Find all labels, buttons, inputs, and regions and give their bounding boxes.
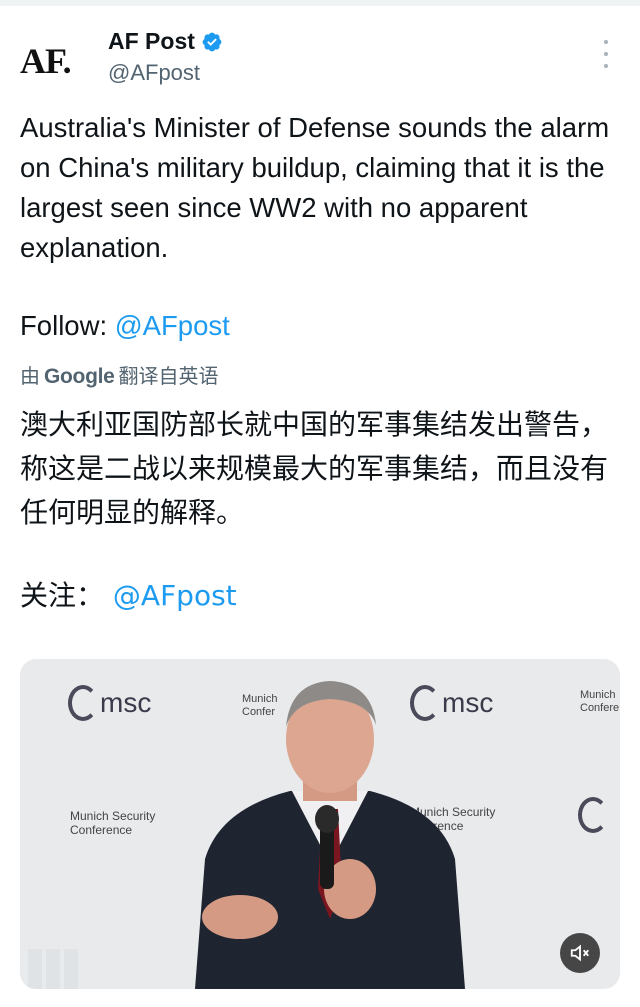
display-name[interactable]: AF Post [108,28,195,55]
follow-mention-link[interactable]: @AFpost [115,310,230,341]
google-logo: Google [44,365,115,388]
author-name-row[interactable]: AF Post [108,28,223,55]
translation-suffix: 翻译自英语 [118,366,219,388]
translated-follow-line: 关注： @AFpost [20,574,237,618]
speaker-figure [28,681,465,989]
tweet-text: Australia's Minister of Defense sounds t… [20,112,610,263]
video-player[interactable]: msc Munich Confer msc Munich Confere Munic… [20,659,620,989]
translation-attribution[interactable]: 由 Google 翻译自英语 [20,360,219,389]
mute-button[interactable] [560,933,600,973]
verified-badge-icon [202,32,222,51]
more-options-icon[interactable] [596,40,616,68]
translation-prefix: 由 [20,366,40,388]
translated-text: 澳大利亚国防部长就中国的军事集结发出警告，称这是二战以来规模最大的军事集结，而且… [20,408,609,529]
translated-follow-label: 关注： [20,579,105,612]
author-handle[interactable]: @AFpost [108,60,200,86]
follow-label: Follow: [20,310,108,341]
follow-line: Follow: @AFpost [20,306,230,346]
top-divider [0,0,640,6]
avatar[interactable]: AF. [20,36,86,86]
speaker-muted-icon [570,944,589,962]
translated-follow-mention-link[interactable]: @AFpost [113,579,237,612]
